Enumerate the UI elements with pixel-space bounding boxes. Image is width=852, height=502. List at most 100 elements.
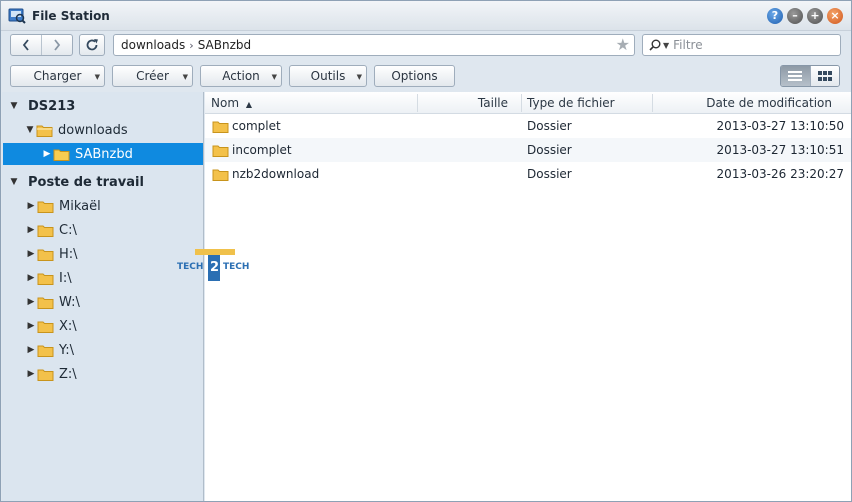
folder-icon bbox=[212, 169, 229, 181]
path-bar[interactable]: downloads › SABnzbd ★ bbox=[113, 34, 635, 56]
file-modified: 2013-03-27 13:10:50 bbox=[716, 119, 844, 133]
tools-button[interactable]: Outils ▼ bbox=[289, 65, 367, 87]
file-type: Dossier bbox=[527, 167, 572, 181]
breadcrumb-sabnzbd[interactable]: SABnzbd bbox=[198, 38, 251, 52]
file-modified: 2013-03-26 23:20:27 bbox=[716, 167, 844, 181]
folder-icon bbox=[37, 225, 54, 237]
collapsed-arrow-icon[interactable]: ▶ bbox=[25, 249, 37, 259]
view-switcher bbox=[780, 65, 840, 87]
file-list: Nom ▲ Taille Type de fichier Date de mod… bbox=[205, 92, 851, 501]
tree-node-label: W:\ bbox=[59, 294, 80, 310]
collapsed-arrow-icon[interactable]: ▶ bbox=[25, 201, 37, 211]
window-title: File Station bbox=[32, 9, 110, 23]
navigation-buttons bbox=[10, 34, 73, 56]
file-name-cell: complet bbox=[212, 114, 281, 138]
collapsed-arrow-icon[interactable]: ▶ bbox=[25, 345, 37, 355]
folder-icon bbox=[37, 345, 54, 357]
breadcrumb-separator: › bbox=[189, 38, 194, 52]
expanded-arrow-icon[interactable]: ▼ bbox=[24, 125, 36, 135]
tree-node-label: Z:\ bbox=[59, 366, 77, 382]
tech2tech-watermark-logo: TECH 2 TECH bbox=[177, 249, 249, 281]
tree-node-label: I:\ bbox=[59, 270, 72, 286]
file-row[interactable]: complet Dossier 2013-03-27 13:10:50 bbox=[205, 114, 851, 138]
tree-node-label: H:\ bbox=[59, 246, 78, 262]
tree-node-c-drive[interactable]: ▶ C:\ bbox=[25, 219, 77, 241]
column-header-type[interactable]: Type de fichier bbox=[527, 92, 647, 114]
folder-icon bbox=[212, 121, 229, 133]
list-view-button[interactable] bbox=[781, 66, 810, 86]
action-button[interactable]: Action ▼ bbox=[200, 65, 282, 87]
watermark-text-mid: 2 bbox=[210, 260, 219, 275]
folder-icon bbox=[53, 149, 70, 161]
file-row[interactable]: nzb2download Dossier 2013-03-26 23:20:27 bbox=[205, 162, 851, 186]
collapsed-arrow-icon[interactable]: ▶ bbox=[25, 321, 37, 331]
list-view-icon bbox=[788, 71, 803, 81]
watermark-text-left: TECH bbox=[177, 262, 203, 272]
close-icon[interactable]: × bbox=[827, 8, 843, 24]
tree-node-poste-de-travail[interactable]: ▼ Poste de travail bbox=[8, 171, 198, 193]
tree-node-w-drive[interactable]: ▶ W:\ bbox=[25, 291, 80, 313]
expanded-arrow-icon[interactable]: ▼ bbox=[8, 101, 20, 111]
options-button-label: Options bbox=[391, 69, 438, 83]
expanded-arrow-icon[interactable]: ▼ bbox=[8, 177, 20, 187]
tree-node-i-drive[interactable]: ▶ I:\ bbox=[25, 267, 72, 289]
help-icon[interactable]: ? bbox=[767, 8, 783, 24]
folder-icon bbox=[37, 321, 54, 333]
collapsed-arrow-icon[interactable]: ▶ bbox=[41, 149, 53, 159]
filter-input[interactable] bbox=[673, 38, 824, 52]
column-header-label: Nom bbox=[211, 96, 240, 110]
tree-node-h-drive[interactable]: ▶ H:\ bbox=[25, 243, 78, 265]
tree-node-label: DS213 bbox=[28, 98, 76, 114]
tree-node-label: Mikaël bbox=[59, 198, 101, 214]
collapsed-arrow-icon[interactable]: ▶ bbox=[25, 369, 37, 379]
file-name-cell: nzb2download bbox=[212, 162, 319, 186]
upload-button[interactable]: Charger ▼ bbox=[10, 65, 105, 87]
chevron-right-icon bbox=[54, 39, 61, 51]
column-header-label: Date de modification bbox=[706, 96, 832, 110]
tree-node-ds213[interactable]: ▼ DS213 bbox=[8, 95, 198, 117]
column-header-label: Taille bbox=[477, 96, 508, 110]
chevron-left-icon bbox=[23, 39, 29, 51]
tree-node-label: Y:\ bbox=[59, 342, 74, 358]
tree-node-mikael[interactable]: ▶ Mikaël bbox=[25, 195, 101, 217]
tree-node-label: X:\ bbox=[59, 318, 77, 334]
search-box[interactable]: ▼ bbox=[642, 34, 841, 56]
upload-button-label: Charger bbox=[33, 69, 82, 83]
breadcrumb-downloads[interactable]: downloads bbox=[121, 38, 185, 52]
file-station-window: File Station ? – + × downloads › SABnzbd… bbox=[0, 0, 852, 502]
refresh-icon bbox=[86, 39, 98, 51]
tree-node-sabnzbd[interactable]: ▶ SABnzbd bbox=[3, 143, 203, 165]
grid-view-icon bbox=[817, 71, 832, 81]
options-button[interactable]: Options bbox=[374, 65, 455, 87]
tree-node-label: SABnzbd bbox=[75, 146, 133, 162]
collapsed-arrow-icon[interactable]: ▶ bbox=[25, 225, 37, 235]
column-header-size[interactable]: Taille bbox=[418, 92, 508, 114]
create-button[interactable]: Créer ▼ bbox=[112, 65, 193, 87]
file-type: Dossier bbox=[527, 119, 572, 133]
folder-icon bbox=[37, 249, 54, 261]
folder-tree: ▼ DS213 ▼ downloads ▶ SABnzbd ▼ Poste de… bbox=[2, 92, 204, 501]
tree-node-x-drive[interactable]: ▶ X:\ bbox=[25, 315, 77, 337]
favorite-star-icon[interactable]: ★ bbox=[616, 36, 630, 54]
file-name: complet bbox=[232, 119, 281, 133]
back-button[interactable] bbox=[11, 35, 41, 55]
column-header-modified[interactable]: Date de modification bbox=[653, 92, 832, 114]
watermark-text-right: TECH bbox=[223, 262, 249, 272]
collapsed-arrow-icon[interactable]: ▶ bbox=[25, 273, 37, 283]
thumbnail-view-button[interactable] bbox=[809, 66, 839, 86]
refresh-button[interactable] bbox=[79, 34, 105, 56]
tree-node-z-drive[interactable]: ▶ Z:\ bbox=[25, 363, 77, 385]
maximize-icon[interactable]: + bbox=[807, 8, 823, 24]
minimize-icon[interactable]: – bbox=[787, 8, 803, 24]
column-header-name[interactable]: Nom ▲ bbox=[211, 92, 416, 114]
collapsed-arrow-icon[interactable]: ▶ bbox=[25, 297, 37, 307]
file-row[interactable]: incomplet Dossier 2013-03-27 13:10:51 bbox=[205, 138, 851, 162]
title-bar: File Station ? – + × bbox=[1, 1, 851, 31]
create-button-label: Créer bbox=[136, 69, 169, 83]
search-options[interactable]: ▼ bbox=[649, 39, 669, 51]
tree-node-y-drive[interactable]: ▶ Y:\ bbox=[25, 339, 74, 361]
tree-node-downloads[interactable]: ▼ downloads bbox=[24, 119, 202, 141]
file-name-cell: incomplet bbox=[212, 138, 292, 162]
forward-button[interactable] bbox=[41, 35, 72, 55]
column-divider[interactable] bbox=[521, 94, 522, 112]
